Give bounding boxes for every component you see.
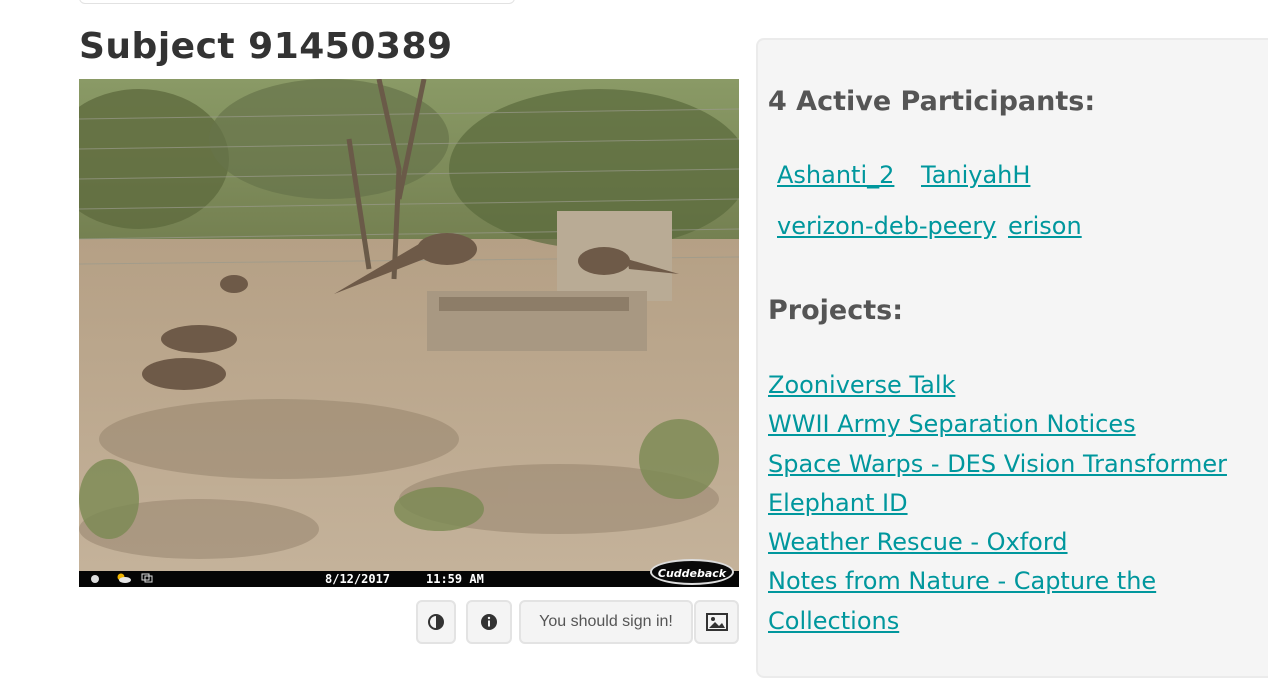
participant-link[interactable]: erison [1008,212,1082,240]
projects-heading: Projects: [768,295,903,326]
project-link[interactable]: Zooniverse Talk [768,366,1238,405]
camera-brand-logo: Cuddeback [650,559,734,585]
search-input[interactable] [79,0,515,4]
trail-camera-photo [79,79,739,571]
moon-icon [89,573,101,583]
invert-contrast-button[interactable] [416,600,456,644]
project-link[interactable]: Space Warps - DES Vision Transformer [768,445,1238,484]
weather-icon [115,573,131,583]
capture-date: 8/12/2017 [325,572,391,586]
image-icon [705,613,728,631]
participant-link[interactable]: verizon-deb-peery [777,212,996,240]
project-list: Zooniverse Talk WWII Army Separation Not… [768,366,1238,641]
view-image-button[interactable] [694,600,739,644]
project-link[interactable]: Weather Rescue - Oxford [768,523,1238,562]
project-link[interactable]: Elephant ID [768,484,1238,523]
contrast-icon [428,614,444,630]
project-link[interactable]: Notes from Nature - Capture the Collecti… [768,562,1238,641]
camera-mode-icon [141,573,153,583]
page-title: Subject 91450389 [79,26,453,67]
camera-info-bar: 8/12/2017 11:59 AM [79,571,739,587]
sign-in-prompt-button[interactable]: You should sign in! [519,600,693,644]
participants-heading: 4 Active Participants: [768,86,1096,117]
subject-image[interactable]: 8/12/2017 11:59 AM Cuddeback [79,79,739,587]
capture-time: 11:59 AM [426,572,484,586]
project-link[interactable]: WWII Army Separation Notices [768,405,1238,444]
participant-link[interactable]: Ashanti_2 [777,161,894,189]
info-icon [481,614,497,630]
metadata-info-button[interactable] [466,600,512,644]
participant-link[interactable]: TaniyahH [921,161,1030,189]
